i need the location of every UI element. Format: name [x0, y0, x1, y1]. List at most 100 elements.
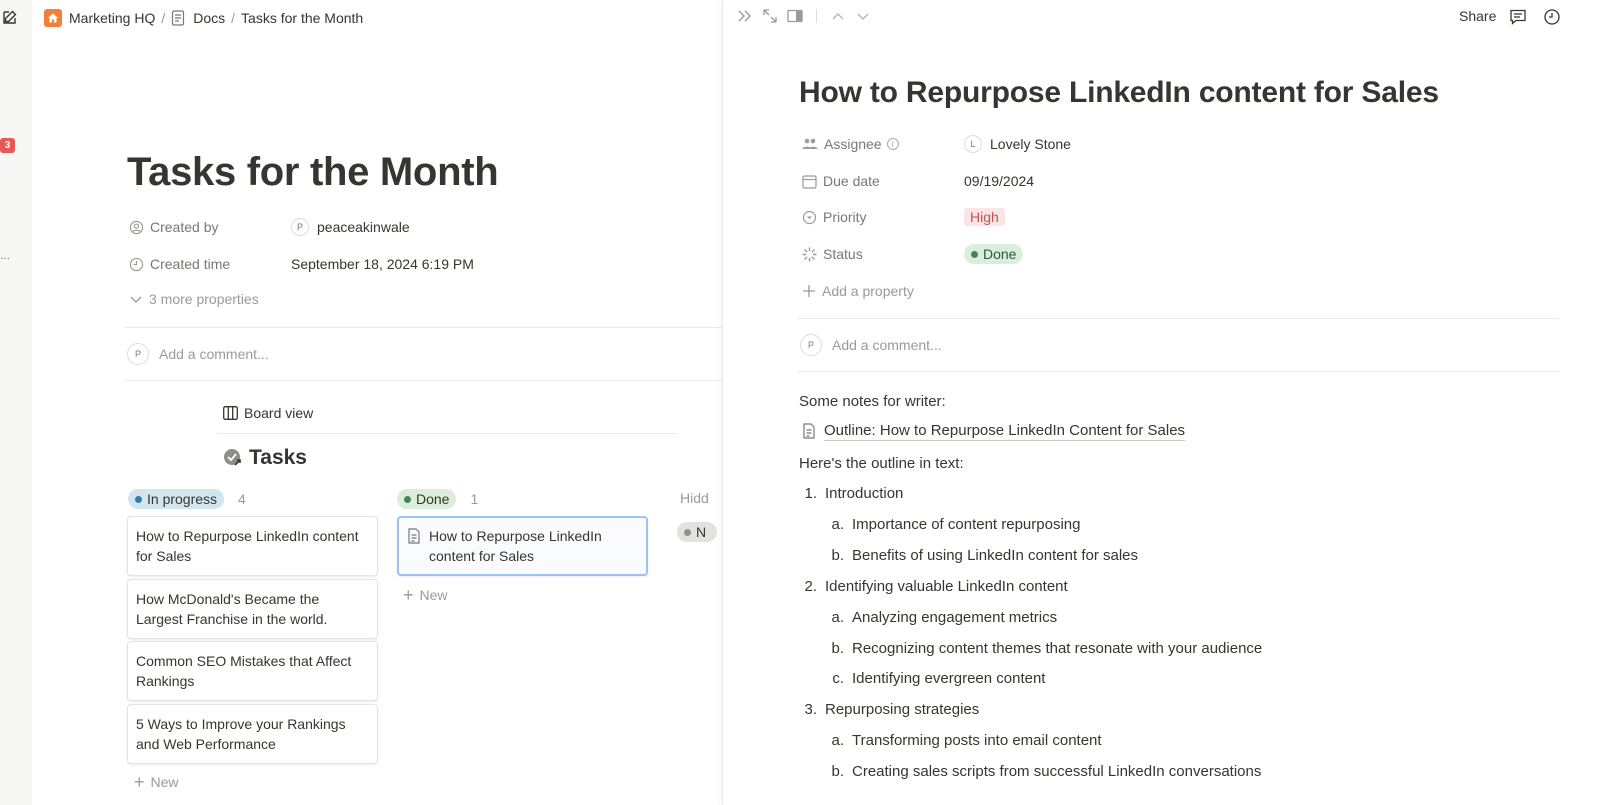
property-label: Due date: [802, 173, 964, 189]
property-assignee[interactable]: Assignee i L Lovely Stone: [802, 133, 1071, 155]
add-property-button[interactable]: Add a property: [802, 280, 964, 302]
notification-badge[interactable]: 3: [0, 138, 15, 153]
more-properties-toggle[interactable]: 3 more properties: [129, 291, 259, 307]
select-icon: [802, 210, 817, 224]
priority-tag: High: [964, 208, 1005, 226]
outline-page-link[interactable]: Outline: How to Repurpose LinkedIn Conte…: [802, 421, 1186, 441]
created-by-value: peaceakinwale: [317, 219, 410, 235]
notes-text: Some notes for writer:: [799, 393, 946, 410]
outline-intro-text: Here's the outline in text:: [799, 455, 964, 472]
document-icon: [803, 423, 815, 439]
close-peek-icon[interactable]: [737, 9, 753, 23]
property-due-date[interactable]: Due date 09/19/2024: [802, 170, 1034, 192]
document-icon: [171, 10, 185, 26]
breadcrumb-separator: /: [231, 10, 236, 26]
assignee-value: Lovely Stone: [990, 136, 1071, 152]
new-card-button[interactable]: + New: [134, 772, 179, 792]
board-card[interactable]: How McDonald's Became the Largest Franch…: [127, 579, 378, 639]
list-item: b. Recognizing content themes that resona…: [831, 640, 1263, 657]
comment-input[interactable]: P Add a comment...: [800, 334, 942, 356]
hidden-group-pill[interactable]: N: [677, 522, 717, 542]
divider: [124, 327, 722, 328]
board-card[interactable]: How to Repurpose LinkedIn content for Sa…: [127, 516, 378, 576]
list-item: b. Benefits of using LinkedIn content for…: [831, 547, 1139, 564]
toolbar-divider: [816, 9, 817, 23]
avatar: P: [127, 343, 149, 365]
chevron-up-icon[interactable]: [830, 9, 846, 23]
peek-toolbar: [737, 8, 871, 24]
calendar-icon: [802, 174, 817, 189]
breadcrumb-docs[interactable]: Docs: [193, 10, 225, 26]
divider: [797, 318, 1559, 319]
property-priority[interactable]: Priority High: [802, 206, 1005, 228]
divider: [217, 433, 677, 434]
share-button[interactable]: Share: [1459, 8, 1496, 24]
list-item: 1. Introduction: [804, 485, 904, 502]
chevron-down-icon[interactable]: [855, 9, 871, 23]
more-icon[interactable]: ...: [0, 248, 10, 262]
property-status[interactable]: Status Done: [802, 243, 1024, 265]
status-tag: Done: [964, 244, 1024, 264]
created-time-value: September 18, 2024 6:19 PM: [291, 256, 474, 272]
peek-page-title[interactable]: How to Repurpose LinkedIn content for Sa…: [799, 76, 1439, 110]
divider: [124, 380, 722, 381]
page-title[interactable]: Tasks for the Month: [127, 150, 499, 195]
status-pill: Done: [397, 489, 457, 509]
property-label: Created by: [129, 219, 291, 235]
info-icon[interactable]: i: [886, 138, 899, 150]
history-icon[interactable]: [1543, 8, 1561, 31]
status-pill: In progress: [128, 489, 225, 509]
sidebar-strip: 3 ...: [0, 0, 32, 805]
list-item: 3. Repurposing strategies: [804, 701, 980, 718]
plus-icon: +: [134, 772, 145, 792]
breadcrumb-workspace[interactable]: Marketing HQ: [69, 10, 155, 26]
avatar: P: [291, 218, 309, 236]
list-item: c. Identifying evergreen content: [832, 670, 1046, 687]
avatar: P: [800, 334, 822, 356]
clock-icon: [129, 257, 144, 271]
divider: [797, 371, 1559, 372]
board-view-tab[interactable]: Board view: [223, 405, 313, 421]
group-header-done[interactable]: Done 1: [397, 489, 478, 509]
board-card[interactable]: How to Repurpose LinkedIn content for Sa…: [397, 516, 648, 576]
property-created-by[interactable]: Created by P peaceakinwale: [129, 216, 410, 238]
board-card[interactable]: Common SEO Mistakes that Affect Rankings: [127, 641, 378, 701]
property-label: Status: [802, 246, 964, 262]
people-icon: [802, 138, 818, 149]
comment-input[interactable]: P Add a comment...: [127, 343, 269, 365]
list-item: a. Importance of content repurposing: [831, 516, 1081, 533]
side-peek-icon[interactable]: [787, 9, 803, 23]
group-count: 1: [470, 491, 479, 507]
user-circle-icon: [129, 220, 144, 234]
main-page: Marketing HQ / Docs / Tasks for the Mont…: [32, 0, 722, 805]
group-header-in-progress[interactable]: In progress 4: [128, 489, 246, 509]
property-label: Assignee i: [802, 136, 964, 152]
breadcrumb: Marketing HQ / Docs / Tasks for the Mont…: [44, 8, 363, 28]
comments-icon[interactable]: [1509, 8, 1527, 31]
board-card[interactable]: 5 Ways to Improve your Rankings and Web …: [127, 704, 378, 764]
property-label: Created time: [129, 256, 291, 272]
plus-icon: [803, 285, 815, 297]
plus-icon: +: [403, 585, 414, 605]
list-item: a. Analyzing engagement metrics: [831, 609, 1058, 626]
group-count: 4: [238, 491, 246, 507]
hidden-groups-header[interactable]: Hidd: [680, 490, 709, 506]
home-icon: [44, 9, 62, 27]
document-icon: [408, 528, 420, 544]
chevron-down-icon: [130, 296, 142, 303]
board-icon: [223, 406, 238, 420]
list-item: 2. Identifying valuable LinkedIn content: [804, 578, 1068, 595]
property-label: Priority: [802, 209, 964, 225]
breadcrumb-separator: /: [161, 10, 166, 26]
list-item: a. Transforming posts into email content: [831, 732, 1102, 749]
expand-icon[interactable]: [762, 8, 778, 24]
breadcrumb-current-page[interactable]: Tasks for the Month: [241, 10, 363, 26]
list-item: b. Creating sales scripts from successful…: [831, 763, 1262, 780]
database-title[interactable]: Tasks: [222, 446, 307, 470]
new-card-button[interactable]: + New: [403, 585, 448, 605]
property-created-time[interactable]: Created time September 18, 2024 6:19 PM: [129, 253, 474, 275]
due-date-value: 09/19/2024: [964, 173, 1035, 189]
peek-panel: Share How to Repurpose LinkedIn content …: [722, 0, 1600, 805]
new-page-icon[interactable]: [2, 9, 18, 25]
check-circle-icon: [224, 449, 241, 466]
